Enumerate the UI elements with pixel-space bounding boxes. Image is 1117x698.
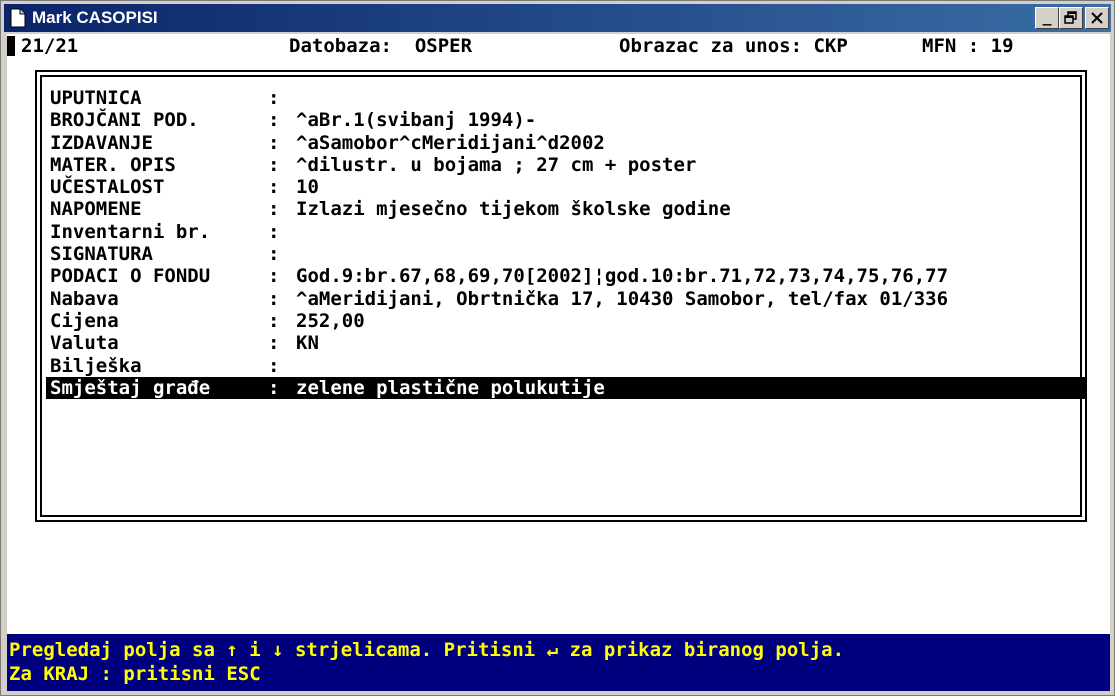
database-name: Datobaza: OSPER (289, 35, 473, 57)
window-title: Mark CASOPISI (32, 8, 158, 27)
help-line-2: Za KRAJ : pritisni ESC (9, 663, 261, 685)
field-label: Bilješka (50, 354, 142, 377)
field-list: UPUTNICA: BROJČANI POD.: ^aBr.1(svibanj 19… (46, 87, 1086, 400)
field-value: ^aMeridijani, Obrtnička 17, 10430 Samobo… (296, 287, 949, 310)
mfn-number: MFN : 19 (922, 35, 1014, 57)
field-value: God.9:br.67,68,69,70[2002]¦god.10:br.71,… (296, 265, 949, 288)
field-separator: : (268, 153, 280, 176)
field-row[interactable]: SIGNATURA: (46, 243, 1086, 265)
minimize-button[interactable]: _ (1035, 7, 1059, 29)
field-separator: : (268, 265, 280, 288)
field-value: zelene plastične polukutije (296, 376, 605, 399)
field-row[interactable]: Inventarni br.: (46, 221, 1086, 243)
status-line: 21/21 Datobaza: OSPER Obrazac za unos: C… (7, 34, 1110, 58)
field-value: ^aSamobor^cMeridijani^d2002 (296, 131, 605, 154)
field-label: NAPOMENE (50, 198, 142, 221)
field-row[interactable]: Nabava: ^aMeridijani, Obrtnička 17, 10430… (46, 288, 1086, 310)
field-row[interactable]: MATER. OPIS: ^dilustr. u bojama ; 27 cm +… (46, 154, 1086, 176)
field-separator: : (268, 87, 280, 109)
field-separator: : (268, 309, 280, 332)
field-separator: : (268, 332, 280, 355)
field-separator: : (268, 287, 280, 310)
field-label: Inventarni br. (50, 220, 211, 243)
field-separator: : (268, 109, 280, 132)
field-row[interactable]: Valuta: KN (46, 332, 1086, 354)
field-separator: : (268, 131, 280, 154)
field-label: UČESTALOST (50, 176, 165, 199)
field-row[interactable]: Cijena:252,00 (46, 310, 1086, 332)
field-row[interactable]: PODACI O FONDU: God.9:br.67,68,69,70[2002… (46, 265, 1086, 287)
field-row[interactable]: BROJČANI POD.: ^aBr.1(svibanj 1994)- (46, 109, 1086, 131)
restore-button[interactable] (1059, 7, 1083, 29)
field-label: MATER. OPIS (50, 153, 176, 176)
field-value: 10 (296, 176, 319, 199)
field-separator: : (268, 198, 280, 221)
field-separator: : (268, 220, 280, 243)
restore-icon (1064, 11, 1077, 24)
field-label: PODACI O FONDU (50, 265, 211, 288)
field-separator: : (268, 176, 280, 199)
title-bar[interactable]: Mark CASOPISI _ (4, 4, 1111, 32)
record-form: UPUTNICA: BROJČANI POD.: ^aBr.1(svibanj 19… (35, 70, 1087, 522)
minimize-icon: _ (1042, 8, 1052, 26)
cursor-block (7, 36, 15, 56)
field-value: KN (296, 332, 319, 355)
field-row[interactable]: Bilješka: (46, 355, 1086, 377)
field-label: Cijena (50, 309, 119, 332)
field-row[interactable]: UČESTALOST:10 (46, 176, 1086, 198)
field-label: BROJČANI POD. (50, 109, 199, 132)
field-label: UPUTNICA (50, 87, 142, 109)
close-button[interactable] (1085, 7, 1109, 29)
field-value: 252,00 (296, 309, 365, 332)
field-value: ^dilustr. u bojama ; 27 cm + poster (296, 153, 697, 176)
help-line-1: Pregledaj polja sa ↑ i ↓ strjelicama. Pr… (9, 639, 845, 661)
app-window: Mark CASOPISI _ 21/21 Datobaza: OSPER Ob… (0, 0, 1115, 696)
field-label: Nabava (50, 287, 119, 310)
field-label: Smještaj građe (50, 376, 211, 399)
console-area: 21/21 Datobaza: OSPER Obrazac za unos: C… (7, 34, 1110, 691)
field-row[interactable]: Smještaj građe: zelene plastične polukuti… (46, 376, 1086, 400)
field-label: Valuta (50, 332, 119, 355)
field-separator: : (268, 376, 280, 399)
help-bar: Pregledaj polja sa ↑ i ↓ strjelicama. Pr… (7, 634, 1110, 691)
field-value: ^aBr.1(svibanj 1994)- (296, 109, 537, 132)
document-icon (10, 8, 26, 28)
field-label: SIGNATURA (50, 243, 153, 266)
window-controls: _ (1035, 7, 1109, 29)
field-row[interactable]: IZDAVANJE: ^aSamobor^cMeridijani^d2002 (46, 132, 1086, 154)
form-name: Obrazac za unos: CKP (619, 35, 848, 57)
record-form-inner: UPUTNICA: BROJČANI POD.: ^aBr.1(svibanj 19… (40, 75, 1086, 517)
field-row[interactable]: UPUTNICA: (46, 87, 1086, 109)
field-row[interactable]: NAPOMENE: Izlazi mjesečno tijekom školske… (46, 198, 1086, 220)
close-icon (1091, 12, 1103, 24)
field-value: Izlazi mjesečno tijekom školske godine (296, 198, 731, 221)
record-counter: 21/21 (21, 35, 79, 57)
field-separator: : (268, 354, 280, 377)
field-separator: : (268, 243, 280, 266)
field-label: IZDAVANJE (50, 131, 153, 154)
